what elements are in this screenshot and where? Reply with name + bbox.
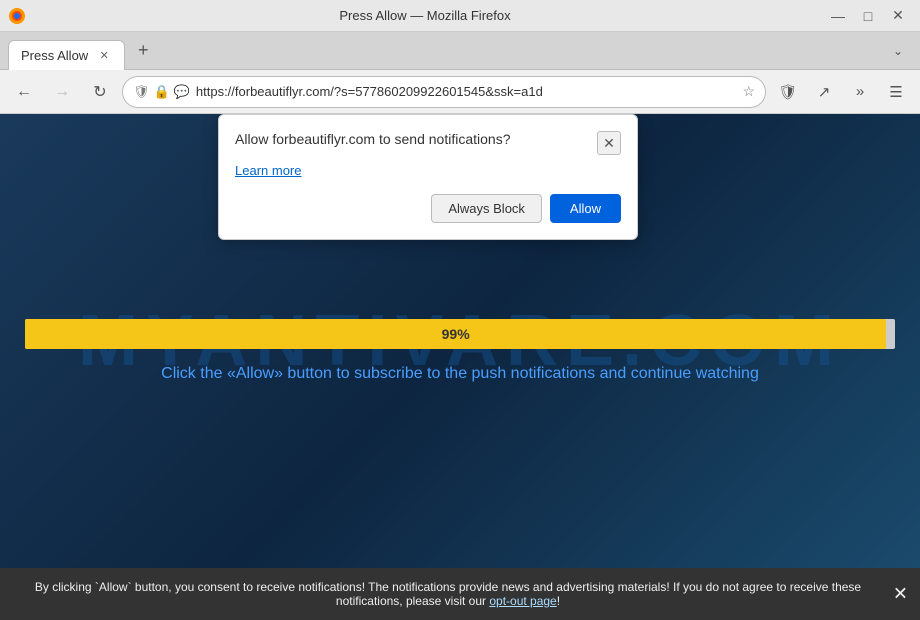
tab-close-button[interactable]: ✕ — [96, 47, 112, 63]
bottom-bar-text-main: By clicking `Allow` button, you consent … — [35, 580, 861, 608]
window-title: Press Allow — Mozilla Firefox — [26, 8, 824, 23]
minimize-button[interactable]: — — [824, 2, 852, 30]
progress-container: 99% — [25, 319, 895, 349]
bottom-notification-bar: By clicking `Allow` button, you consent … — [0, 568, 920, 620]
new-tab-button[interactable]: + — [129, 37, 157, 65]
maximize-button[interactable]: □ — [854, 2, 882, 30]
close-icon: ✕ — [603, 135, 615, 152]
notification-popup: Allow forbeautiflyr.com to send notifica… — [218, 114, 638, 240]
share-button[interactable]: ↗ — [808, 76, 840, 108]
back-button[interactable]: ← — [8, 76, 40, 108]
close-button[interactable]: ✕ — [884, 2, 912, 30]
title-bar-left — [8, 7, 26, 25]
firefox-icon — [8, 7, 26, 25]
tab-label: Press Allow — [21, 48, 88, 63]
opt-out-link[interactable]: opt-out page — [489, 594, 556, 608]
progress-text: 99% — [442, 326, 470, 342]
main-content: MYANTIVARE.COM 99% Click the «Allow» but… — [0, 114, 920, 568]
tab-bar: Press Allow ✕ + ⌄ — [0, 32, 920, 70]
subscribe-label: Click the «Allow» button to subscribe to… — [161, 365, 759, 382]
address-icons: 🛡 🔒 💬 — [133, 84, 190, 100]
notification-permission-icon: 💬 — [174, 84, 190, 100]
popup-header: Allow forbeautiflyr.com to send notifica… — [235, 131, 621, 155]
lock-icon: 🔒 — [154, 84, 170, 100]
bottom-bar-text: By clicking `Allow` button, you consent … — [16, 580, 880, 608]
tab-list-chevron[interactable]: ⌄ — [884, 37, 912, 65]
allow-button[interactable]: Allow — [550, 194, 621, 223]
menu-button[interactable]: ☰ — [880, 76, 912, 108]
learn-more-link[interactable]: Learn more — [235, 163, 621, 178]
bottom-bar-close-button[interactable]: ✕ — [893, 584, 908, 605]
url-text: https://forbeautiflyr.com/?s=57786020992… — [196, 84, 737, 99]
nav-bar: ← → ↻ 🛡 🔒 💬 https://forbeautiflyr.com/?s… — [0, 70, 920, 114]
progress-bar: 99% — [25, 319, 886, 349]
always-block-button[interactable]: Always Block — [431, 194, 542, 223]
refresh-button[interactable]: ↻ — [84, 76, 116, 108]
address-bar[interactable]: 🛡 🔒 💬 https://forbeautiflyr.com/?s=57786… — [122, 76, 766, 108]
popup-buttons: Always Block Allow — [235, 194, 621, 223]
popup-title: Allow forbeautiflyr.com to send notifica… — [235, 131, 597, 147]
title-bar-controls: — □ ✕ — [824, 2, 912, 30]
popup-close-button[interactable]: ✕ — [597, 131, 621, 155]
title-bar: Press Allow — Mozilla Firefox — □ ✕ — [0, 0, 920, 32]
toolbar-icons: 🛡 ↗ » ☰ — [772, 76, 912, 108]
bottom-bar-text-end: ! — [557, 594, 560, 608]
subscribe-text: Click the «Allow» button to subscribe to… — [161, 365, 759, 383]
shield-icon: 🛡 — [133, 84, 150, 100]
bookmark-icon[interactable]: ☆ — [742, 83, 755, 100]
extensions-button[interactable]: » — [844, 76, 876, 108]
active-tab[interactable]: Press Allow ✕ — [8, 40, 125, 70]
forward-button[interactable]: → — [46, 76, 78, 108]
shield2-button[interactable]: 🛡 — [772, 76, 804, 108]
